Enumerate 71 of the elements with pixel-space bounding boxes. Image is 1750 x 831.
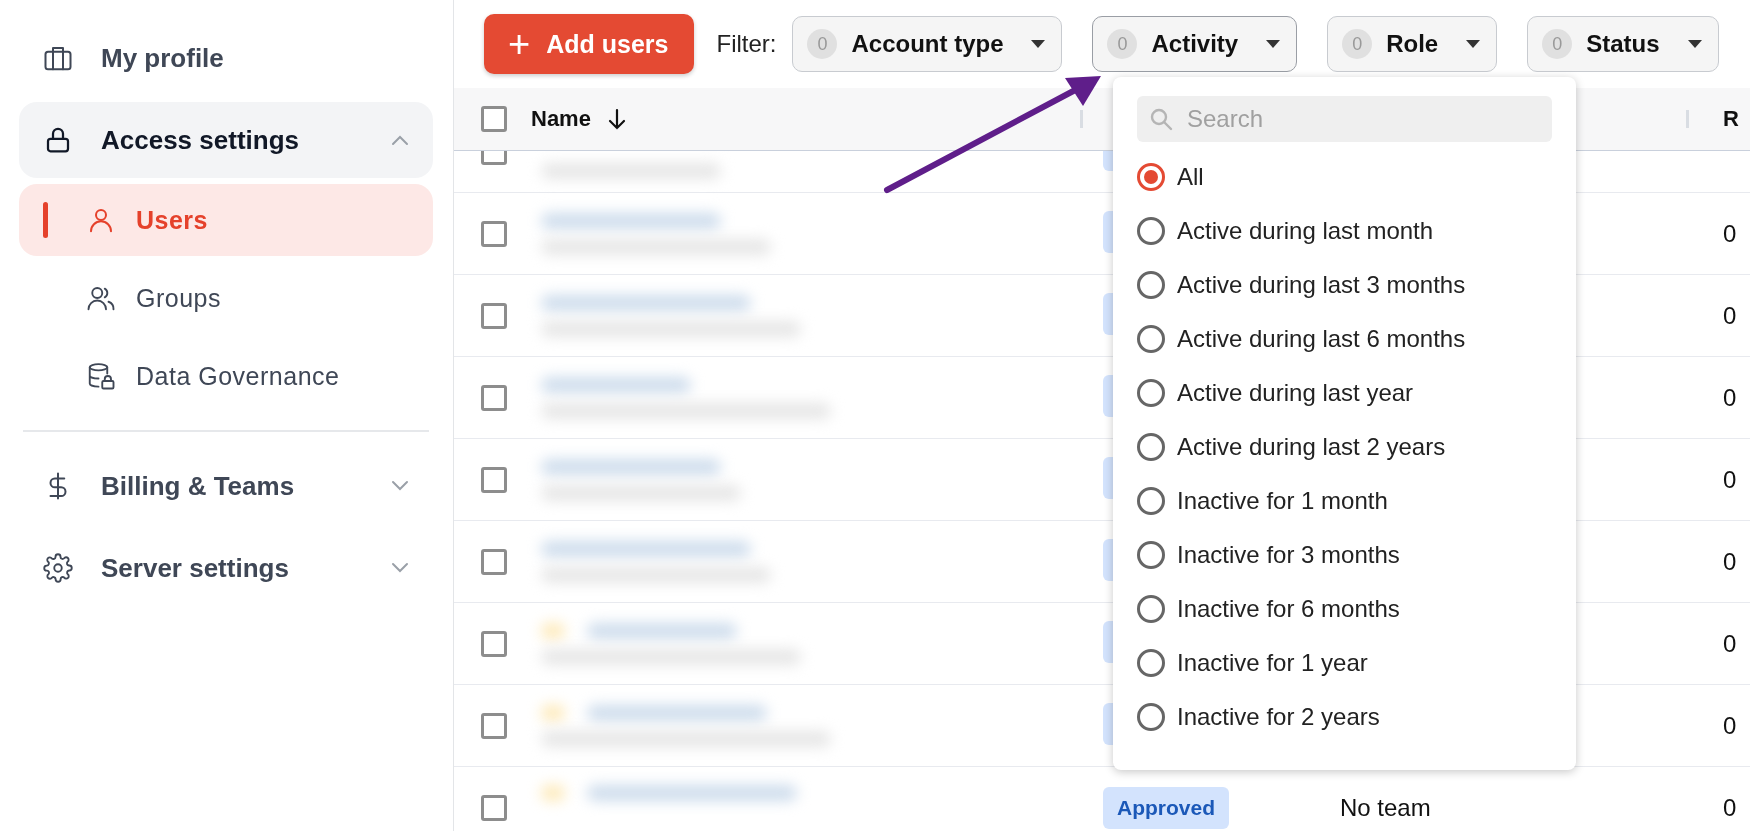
radio-option[interactable]: Active during last year (1137, 366, 1552, 420)
radio-option[interactable]: Inactive for 1 year (1137, 636, 1552, 690)
radio-option[interactable]: Active during last 2 years (1137, 420, 1552, 474)
chevron-down-icon (391, 562, 409, 574)
row-checkbox[interactable] (480, 220, 507, 247)
select-all-checkbox[interactable] (480, 106, 507, 132)
sidebar-item[interactable]: My profile (19, 20, 433, 96)
radio-button[interactable] (1137, 703, 1165, 731)
radio-option[interactable]: Active during last month (1137, 204, 1552, 258)
filter-count: 0 (1107, 29, 1138, 59)
table-cell: 0 (1723, 219, 1737, 247)
row-checkbox[interactable] (480, 384, 507, 411)
team-cell: No team (1340, 793, 1431, 821)
radio-option[interactable]: Inactive for 1 month (1137, 474, 1552, 528)
sort-arrow-icon[interactable] (606, 108, 627, 130)
row-checkbox[interactable] (480, 466, 507, 493)
column-header[interactable]: Name (531, 106, 591, 132)
radio-button[interactable] (1137, 595, 1165, 623)
caret-icon (1466, 40, 1481, 48)
column-header[interactable]: R (1723, 106, 1750, 132)
search-field[interactable]: Search (1137, 96, 1552, 142)
sidebar-item[interactable]: Billing & Teams (19, 448, 433, 524)
radio-button[interactable] (1137, 163, 1165, 191)
table-cell: 0 (1723, 711, 1737, 739)
radio-button[interactable] (1137, 649, 1165, 677)
radio-button[interactable] (1137, 541, 1165, 569)
filter-dropdown[interactable]: 0 Activity (1092, 16, 1298, 72)
table-cell: 0 (1723, 547, 1737, 575)
chevron-up-icon (391, 134, 409, 146)
add-users-button[interactable]: + Add users (484, 14, 695, 74)
filter-label: Filter: (716, 30, 777, 58)
filter-dropdown[interactable]: 0 Account type (792, 16, 1063, 72)
sidebar-item[interactable]: Access settings (19, 102, 433, 178)
radio-option[interactable]: Active during last 6 months (1137, 312, 1552, 366)
caret-icon (1687, 40, 1702, 48)
filter-count: 0 (1542, 29, 1573, 59)
row-checkbox[interactable] (480, 794, 507, 821)
radio-button[interactable] (1137, 487, 1165, 515)
radio-button[interactable] (1137, 379, 1165, 407)
row-checkbox[interactable] (480, 630, 507, 657)
filter-count: 0 (807, 29, 838, 59)
database-lock-icon (86, 361, 116, 391)
row-checkbox[interactable] (480, 548, 507, 575)
sidebar-subitem[interactable]: Data Governance (19, 340, 433, 412)
settings-icon (43, 553, 73, 583)
sidebar-item[interactable]: Server settings (19, 530, 433, 606)
radio-option[interactable]: All (1137, 150, 1552, 204)
caret-icon (1266, 40, 1281, 48)
radio-button[interactable] (1137, 271, 1165, 299)
radio-option[interactable]: Inactive for 2 years (1137, 690, 1552, 744)
table-cell: 0 (1723, 629, 1737, 657)
radio-option[interactable]: Inactive for 6 months (1137, 582, 1552, 636)
table-cell: 0 (1723, 383, 1737, 411)
radio-button[interactable] (1137, 217, 1165, 245)
radio-option[interactable]: Active during last 3 months (1137, 258, 1552, 312)
table-cell: 0 (1723, 301, 1737, 329)
filter-count: 0 (1342, 29, 1373, 59)
filter-dropdown[interactable]: 0 Status (1527, 16, 1719, 72)
row-checkbox[interactable] (480, 712, 507, 739)
sidebar-subitem[interactable]: Groups (19, 262, 433, 334)
search-icon (1149, 107, 1173, 131)
status-badge: Approved (1103, 786, 1229, 829)
caret-icon (1031, 40, 1046, 48)
row-checkbox[interactable] (480, 302, 507, 329)
filter-dropdown[interactable]: 0 Role (1327, 16, 1498, 72)
table-cell: 0 (1723, 793, 1737, 821)
chevron-down-icon (391, 480, 409, 492)
radio-button[interactable] (1137, 325, 1165, 353)
radio-option[interactable]: Inactive for 3 months (1137, 528, 1552, 582)
table-cell: 0 (1723, 465, 1737, 493)
radio-button[interactable] (1137, 433, 1165, 461)
